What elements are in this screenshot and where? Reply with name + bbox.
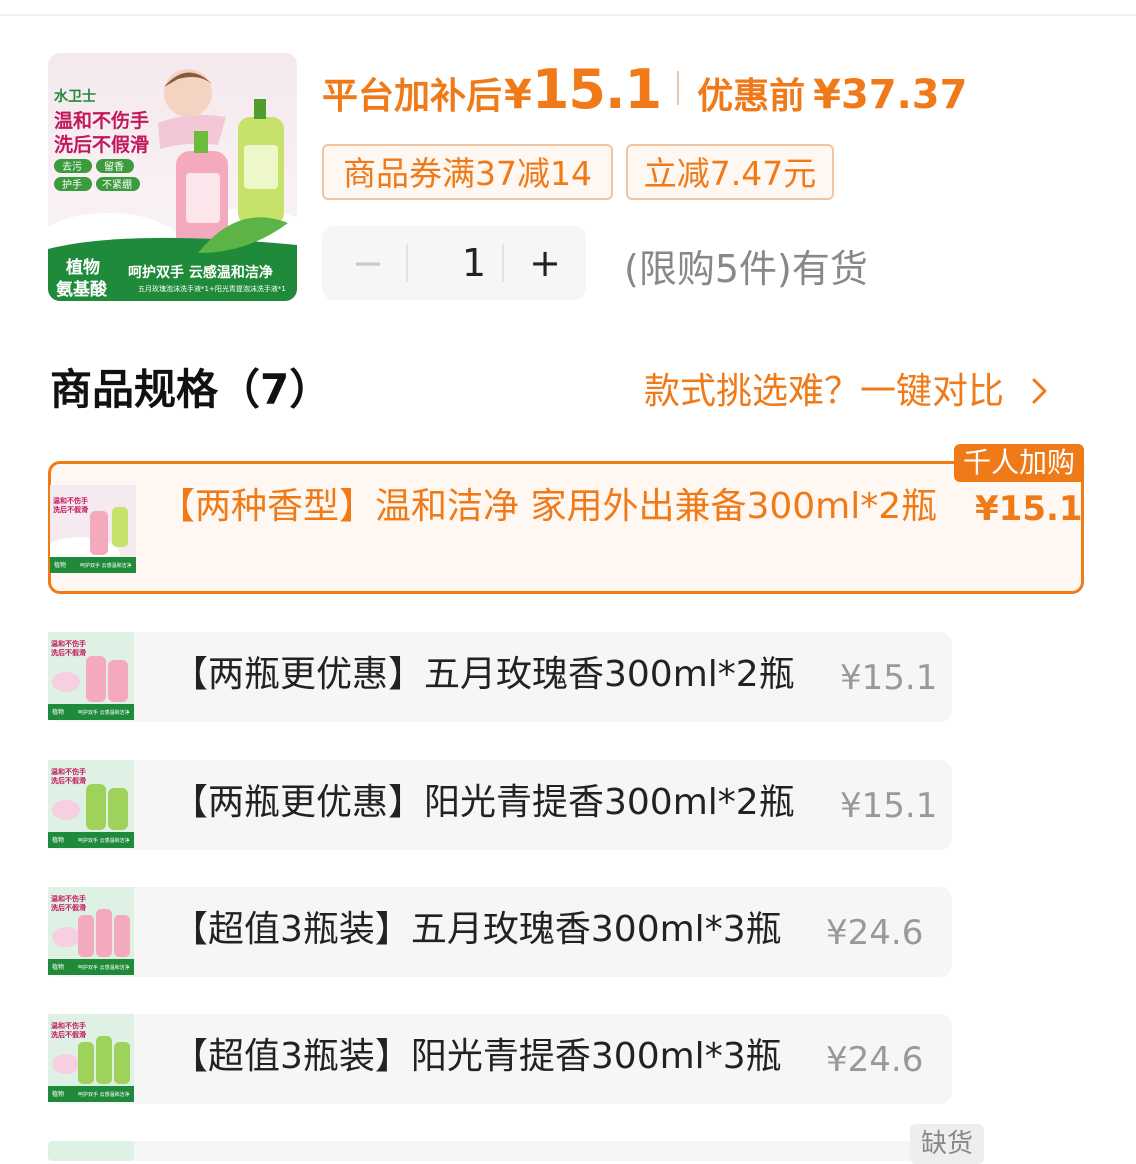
svg-text:呵护双手 云感温和洁净: 呵护双手 云感温和洁净 (78, 709, 130, 716)
spec-thumbnail: 温和不伤手 洗后不假滑 植物 呵护双手 云感温和洁净 (48, 1014, 134, 1102)
svg-text:植物: 植物 (52, 1090, 64, 1098)
original-price-value: ¥37.37 (813, 72, 968, 118)
thumb-line2: 洗后不假滑 (54, 133, 149, 156)
svg-text:植物: 植物 (52, 708, 64, 716)
svg-text:植物: 植物 (52, 836, 64, 844)
svg-text:温和不伤手: 温和不伤手 (51, 767, 86, 776)
svg-text:洗后不假滑: 洗后不假滑 (51, 903, 86, 912)
stock-status: (限购5件)有货 (624, 247, 868, 291)
spec-thumbnail (48, 1141, 134, 1161)
spec-option[interactable]: 温和不伤手 洗后不假滑 植物 呵护双手 云感温和洁净 【两瓶更优惠】五月玫瑰香30… (48, 632, 952, 722)
svg-text:洗后不假滑: 洗后不假滑 (51, 776, 86, 785)
coupon-tag[interactable]: 商品券满37减14 (322, 144, 613, 200)
svg-text:温和不伤手: 温和不伤手 (51, 639, 86, 648)
compare-label: 款式挑选难？一键对比 (644, 371, 1005, 412)
spec-name: 【两瓶更优惠】五月玫瑰香300ml*2瓶 (172, 654, 795, 695)
increase-button[interactable]: + (528, 226, 562, 300)
quantity-value[interactable]: 1 (426, 226, 522, 300)
price-label: 平台加补后 (322, 76, 503, 117)
thumb-badge-line2: 氨基酸 (56, 279, 108, 300)
thumb-badge-line1: 植物 (66, 257, 100, 278)
spec-name: 【超值3瓶装】阳光青提香300ml*3瓶 (172, 1036, 782, 1077)
thumb-line1: 温和不伤手 (54, 109, 149, 132)
spec-option-selected[interactable]: 温和不伤手 洗后不假滑 植物 呵护双手 云感温和洁净 【两种香型】温和洁净 家用外… (48, 444, 1084, 594)
svg-text:温和不伤手: 温和不伤手 (51, 1021, 86, 1030)
spec-price: ¥15.1 (975, 489, 1083, 529)
quantity-stepper: − 1 + (322, 226, 586, 300)
spec-option[interactable]: 温和不伤手 洗后不假滑 植物 呵护双手 云感温和洁净 【超值3瓶装】阳光青提香30… (48, 1014, 952, 1104)
price-row: 平台加补后 ¥ 15.1 优惠前 ¥37.37 (322, 58, 968, 121)
chevron-right-icon (1032, 378, 1047, 404)
original-price-label: 优惠前 (697, 76, 806, 117)
price-separator (677, 71, 680, 105)
svg-text:植物: 植物 (54, 561, 66, 569)
spec-thumbnail: 温和不伤手 洗后不假滑 植物 呵护双手 云感温和洁净 (50, 485, 136, 573)
svg-text:呵护双手 云感温和洁净: 呵护双手 云感温和洁净 (78, 837, 130, 844)
thumb-small: 五月玫瑰泡沫洗手液*1+阳光青提泡沫洗手液*1 (138, 284, 286, 293)
spec-price: ¥15.1 (840, 658, 938, 698)
price-value: 15.1 (531, 58, 662, 121)
spec-name: 【两种香型】温和洁净 家用外出兼备300ml*2瓶 (159, 486, 938, 527)
svg-text:洗后不假滑: 洗后不假滑 (51, 648, 86, 657)
spec-price: ¥24.6 (826, 913, 924, 953)
svg-text:温和不伤手: 温和不伤手 (51, 894, 86, 903)
spec-thumbnail: 温和不伤手 洗后不假滑 植物 呵护双手 云感温和洁净 (48, 632, 134, 720)
out-of-stock-badge: 缺货 (910, 1124, 984, 1164)
stepper-divider (502, 244, 504, 282)
spec-thumbnail: 温和不伤手 洗后不假滑 植物 呵护双手 云感温和洁净 (48, 760, 134, 848)
svg-text:植物: 植物 (52, 963, 64, 971)
currency-symbol: ¥ (504, 72, 532, 118)
spec-option[interactable]: 温和不伤手 洗后不假滑 植物 呵护双手 云感温和洁净 【两瓶更优惠】阳光青提香30… (48, 760, 952, 850)
svg-text:呵护双手 云感温和洁净: 呵护双手 云感温和洁净 (78, 1091, 130, 1098)
thumb-slogan: 呵护双手 云感温和洁净 (128, 264, 273, 281)
thumb-tag: 去污 (62, 161, 82, 173)
thumb-tag: 护手 (62, 178, 82, 191)
top-divider (0, 14, 1136, 16)
spec-price: ¥15.1 (840, 786, 938, 826)
svg-text:呵护双手 云感温和洁净: 呵护双手 云感温和洁净 (78, 964, 130, 971)
spec-name: 【两瓶更优惠】阳光青提香300ml*2瓶 (172, 782, 795, 823)
svg-text:洗后不假滑: 洗后不假滑 (51, 1030, 86, 1039)
product-image[interactable]: 水卫士 温和不伤手 洗后不假滑 去污 留香 护手 不紧绷 植物 氨基酸 呵护双手… (48, 53, 297, 301)
spec-price: ¥24.6 (826, 1040, 924, 1080)
svg-text:洗后不假滑: 洗后不假滑 (53, 505, 88, 514)
popular-badge: 千人加购 (953, 444, 1084, 482)
compare-link[interactable]: 款式挑选难？一键对比 (644, 362, 1051, 414)
svg-text:呵护双手 云感温和洁净: 呵护双手 云感温和洁净 (80, 562, 132, 569)
decrease-button[interactable]: − (352, 226, 384, 300)
spec-thumbnail: 温和不伤手 洗后不假滑 植物 呵护双手 云感温和洁净 (48, 887, 134, 975)
thumb-tag: 不紧绷 (102, 178, 132, 191)
spec-name: 【超值3瓶装】五月玫瑰香300ml*3瓶 (172, 909, 782, 950)
discount-tag[interactable]: 立减7.47元 (626, 144, 834, 200)
stepper-divider (406, 244, 408, 282)
spec-section-title: 商品规格（7） (50, 365, 332, 414)
brand-logo: 水卫士 (54, 88, 96, 105)
spec-option-partial[interactable] (48, 1141, 952, 1161)
thumb-tag: 留香 (104, 160, 124, 173)
spec-option[interactable]: 温和不伤手 洗后不假滑 植物 呵护双手 云感温和洁净 【超值3瓶装】五月玫瑰香30… (48, 887, 952, 977)
svg-text:温和不伤手: 温和不伤手 (53, 496, 88, 505)
